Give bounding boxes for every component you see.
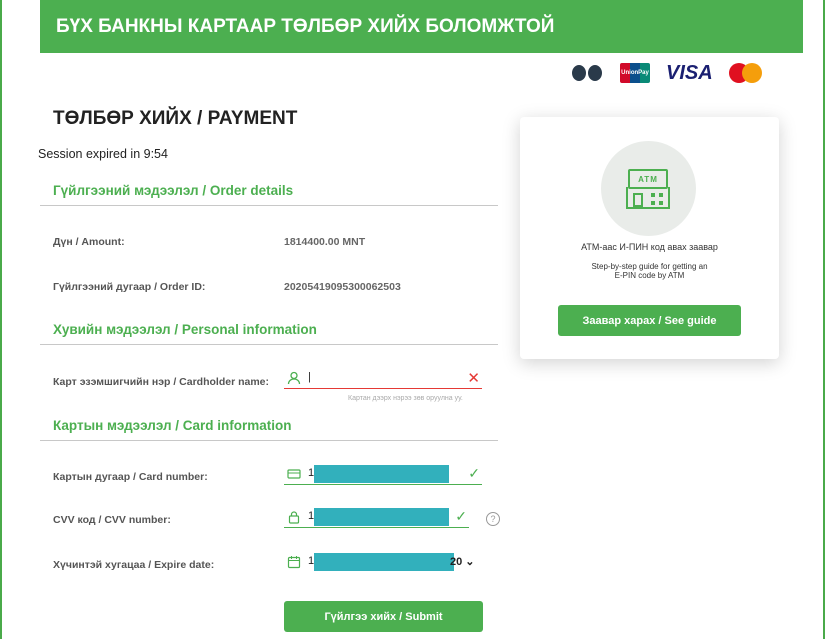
card-number-input[interactable]: 1 ✓ <box>284 465 482 485</box>
cvv-input[interactable]: 1 ✓ <box>284 508 469 528</box>
unionpay-logo: UnionPay <box>620 63 650 83</box>
payment-logos: UnionPay VISA <box>572 62 807 84</box>
submit-button[interactable]: Гүйлгээ хийх / Submit <box>284 601 483 632</box>
section-order-details: Гүйлгээний мэдээлэл / Order details <box>53 183 294 198</box>
clear-icon[interactable]: ✕ <box>467 369 480 387</box>
user-icon <box>287 371 301 385</box>
expire-year-select[interactable]: 20 ⌄ <box>450 555 475 568</box>
section-card-info: Картын мэдээлэл / Card information <box>53 418 292 433</box>
mastercard-logo <box>728 62 763 84</box>
atm-guide-subtitle-2: E-PIN code by ATM <box>614 271 685 280</box>
atm-guide-subtitle: Step-by-step guide for getting an <box>591 262 708 271</box>
frame-border-left <box>0 0 2 639</box>
card-number-label: Картын дугаар / Card number: <box>53 471 208 483</box>
atm-guide-title: АТМ-аас И-ПИН код авах заавар <box>581 242 718 252</box>
divider <box>40 205 498 206</box>
amount-label: Дүн / Amount: <box>53 236 125 248</box>
valid-check-icon: ✓ <box>455 508 467 524</box>
atm-guide-card: ATM АТМ-аас И-ПИН код авах заавар Step-b… <box>520 117 779 359</box>
valid-check-icon: ✓ <box>468 465 480 481</box>
help-icon[interactable]: ? <box>486 512 500 526</box>
order-id-value: 20205419095300062503 <box>284 281 401 293</box>
page-title: ТӨЛБӨР ХИЙХ / PAYMENT <box>53 108 298 129</box>
frame-border-right <box>823 0 825 639</box>
amount-value: 1814400.00 MNT <box>284 236 366 248</box>
divider <box>40 344 498 345</box>
cardholder-hint: Картан дээрх нэрээ зөв оруулна уу. <box>348 395 463 402</box>
cardholder-label: Карт эзэмшигчийн нэр / Cardholder name: <box>53 376 270 388</box>
order-id-label: Гүйлгээний дугаар / Order ID: <box>53 281 206 293</box>
session-timer: Session expired in 9:54 <box>38 147 168 161</box>
lock-icon <box>287 510 301 524</box>
redaction-mask <box>314 553 454 571</box>
visa-logo: VISA <box>666 61 713 84</box>
redaction-mask <box>314 465 449 483</box>
calendar-icon <box>287 555 301 569</box>
cardholder-value: | <box>308 371 311 383</box>
redaction-mask <box>314 508 449 526</box>
section-personal-info: Хувийн мэдээлэл / Personal information <box>53 322 317 337</box>
cardholder-name-input[interactable]: | ✕ <box>284 369 482 389</box>
atm-icon: ATM <box>601 141 696 236</box>
bank-seal-logo <box>572 62 604 84</box>
expire-label: Хүчинтэй хугацаа / Expire date: <box>53 559 215 571</box>
cvv-label: CVV код / CVV number: <box>53 514 171 526</box>
credit-card-icon <box>287 467 301 481</box>
expire-date-input[interactable]: 1 20 ⌄ <box>284 553 482 573</box>
top-banner: БҮХ БАНКНЫ КАРТААР ТӨЛБӨР ХИЙХ БОЛОМЖТОЙ <box>40 0 803 53</box>
divider <box>40 440 498 441</box>
see-guide-button[interactable]: Заавар харах / See guide <box>558 305 741 336</box>
jcb-logo <box>779 63 807 83</box>
